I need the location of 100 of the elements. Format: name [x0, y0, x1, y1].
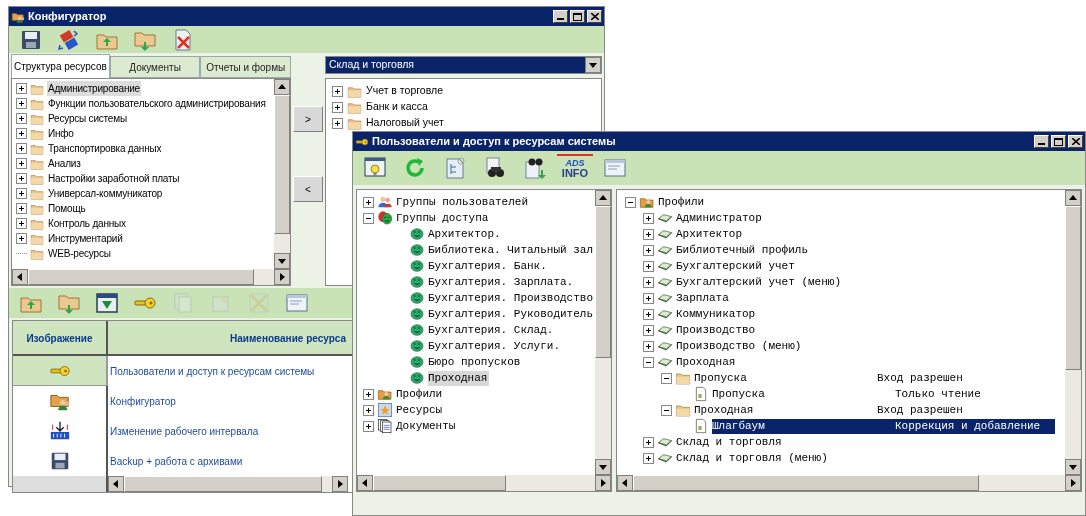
expand-icon[interactable] [363, 388, 374, 400]
expand-icon[interactable] [16, 113, 27, 124]
expand-icon[interactable] [16, 98, 27, 109]
tree-item[interactable]: Бюро пропусков [428, 354, 523, 370]
expand-icon[interactable] [16, 233, 27, 244]
column-header[interactable]: Изображение [26, 333, 93, 344]
tree-item[interactable]: Производство (меню) [676, 338, 1055, 354]
collapse-icon[interactable] [661, 404, 672, 416]
tree-item[interactable]: Склад и торговля (меню) [676, 450, 1055, 466]
scrollbar-thumb[interactable] [633, 475, 979, 491]
scroll-up-icon[interactable] [1065, 190, 1081, 206]
expand-icon[interactable] [332, 85, 343, 97]
expand-icon[interactable] [363, 420, 374, 432]
expand-icon[interactable] [363, 196, 374, 208]
horizontal-scrollbar[interactable] [357, 475, 611, 491]
tree-item[interactable]: Архитектор. [428, 226, 503, 242]
scrollbar-thumb[interactable] [595, 206, 611, 358]
scroll-right-icon[interactable] [595, 475, 611, 491]
tree-item[interactable]: Библиотека. Читальный зал [428, 242, 595, 258]
expand-icon[interactable] [16, 173, 27, 184]
scroll-down-icon[interactable] [595, 459, 611, 475]
tree-item[interactable]: Анализ [47, 156, 82, 171]
expand-icon[interactable] [16, 158, 27, 169]
tree-item[interactable]: Администрирование [47, 81, 141, 96]
expand-icon[interactable] [643, 452, 654, 464]
scroll-up-icon[interactable] [274, 79, 290, 95]
expand-icon[interactable] [16, 188, 27, 199]
move-right-button[interactable]: > [293, 106, 323, 132]
tree-item[interactable]: WEB-ресурсы [47, 246, 112, 261]
tree-item[interactable]: Склад и торговля [676, 434, 1055, 450]
ads-info-button[interactable]: ADS INFO [557, 154, 593, 182]
tree-item[interactable]: Документы [396, 418, 458, 434]
expand-icon[interactable] [16, 203, 27, 214]
tree-item[interactable]: Проходная [428, 370, 490, 386]
expand-icon[interactable] [643, 228, 654, 240]
expand-icon[interactable] [643, 244, 654, 256]
expand-icon[interactable] [643, 308, 654, 320]
expand-icon[interactable] [643, 260, 654, 272]
tree-item[interactable]: Настройки заработной платы [47, 171, 181, 186]
collapse-icon[interactable] [643, 356, 654, 368]
expand-icon[interactable] [16, 83, 27, 94]
vertical-scrollbar[interactable] [595, 190, 611, 475]
tree-item[interactable]: Профили [396, 386, 445, 402]
expand-icon[interactable] [16, 218, 27, 229]
tree-item[interactable]: Шлагбаум Коррекция и добавление [712, 418, 1055, 434]
column-header[interactable]: Наименование ресурса [230, 333, 347, 344]
tab[interactable]: Структура ресурсов [11, 54, 110, 78]
scroll-down-icon[interactable] [1065, 459, 1081, 475]
move-left-button[interactable]: < [293, 176, 323, 202]
expand-icon[interactable] [643, 324, 654, 336]
collapse-icon[interactable] [363, 212, 374, 224]
tree-item[interactable]: Пропуска Вход разрешен [694, 370, 1055, 386]
tab[interactable]: Документы [109, 56, 201, 78]
tree-item[interactable]: Зарплата [676, 290, 1055, 306]
tree-item[interactable]: Ресурсы системы [47, 111, 128, 126]
scrollbar-thumb[interactable] [28, 269, 255, 285]
tree-item[interactable]: Ресурсы [396, 402, 445, 418]
horizontal-scrollbar[interactable] [617, 475, 1081, 491]
vertical-scrollbar[interactable] [274, 79, 290, 269]
tree-item[interactable]: Помощь [47, 201, 87, 216]
expand-icon[interactable] [643, 276, 654, 288]
tree-item[interactable]: Учет в торговле [366, 83, 443, 99]
tree-item[interactable]: Архитектор [676, 226, 1055, 242]
minimize-button[interactable] [1034, 135, 1049, 148]
scroll-down-icon[interactable] [274, 253, 290, 269]
scroll-left-icon[interactable] [617, 475, 633, 491]
tree-item[interactable]: Администратор [676, 210, 1055, 226]
tree-item[interactable]: Бухгалтерия. Банк. [428, 258, 549, 274]
expand-icon[interactable] [332, 117, 343, 129]
tree-item[interactable]: Бухгалтерия. Руководитель [428, 306, 595, 322]
expand-icon[interactable] [363, 404, 374, 416]
scrollbar-thumb[interactable] [124, 476, 322, 492]
expand-icon[interactable] [643, 340, 654, 352]
tree-item[interactable]: Инфо [47, 126, 75, 141]
tree-item[interactable]: Группы пользователей [396, 194, 531, 210]
collapse-icon[interactable] [625, 196, 636, 208]
tree-item[interactable]: Функции пользовательского администрирования [47, 96, 267, 111]
tree-item[interactable]: Бухгалтерия. Зарплата. [428, 274, 576, 290]
tree-item[interactable]: Бухгалтерский учет (меню) [676, 274, 1055, 290]
scroll-right-icon[interactable] [1065, 475, 1081, 491]
scrollbar-thumb[interactable] [274, 95, 290, 235]
tree-item[interactable]: Проходная [676, 354, 1055, 370]
tab[interactable]: Отчеты и формы [200, 56, 291, 78]
tree-item[interactable]: Проходная Вход разрешен [694, 402, 1055, 418]
scroll-left-icon[interactable] [357, 475, 373, 491]
scrollbar-thumb[interactable] [373, 475, 507, 491]
tree-item[interactable]: Бухгалтерия. Производство [428, 290, 595, 306]
tree-item[interactable]: Универсал-коммуникатор [47, 186, 164, 201]
scroll-right-icon[interactable] [332, 476, 348, 492]
scroll-left-icon[interactable] [12, 269, 28, 285]
scroll-right-icon[interactable] [274, 269, 290, 285]
tree-item[interactable]: Пропуска Только чтение [712, 386, 1055, 402]
expand-icon[interactable] [16, 128, 27, 139]
dropdown-caret-icon[interactable] [585, 57, 601, 73]
vertical-scrollbar[interactable] [1065, 190, 1081, 475]
tree-item[interactable]: Производство [676, 322, 1055, 338]
tree-item[interactable]: Контроль данных [47, 216, 127, 231]
section-dropdown[interactable]: Склад и торговля [325, 56, 602, 74]
expand-icon[interactable] [643, 292, 654, 304]
tree-item[interactable]: Бухгалтерия. Склад. [428, 322, 556, 338]
